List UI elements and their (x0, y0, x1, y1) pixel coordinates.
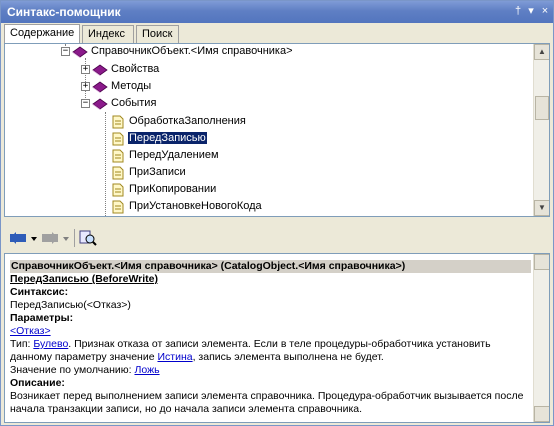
tab-search[interactable]: Поиск (136, 25, 179, 43)
tree-event-label: ПриЗаписи (129, 166, 186, 178)
page-icon (112, 149, 124, 163)
book-icon (92, 81, 108, 93)
tree-event-label: ПриУстановкеНовогоКода (129, 200, 262, 212)
syntax-label: Синтаксис: (10, 286, 69, 298)
window-menu-icon[interactable]: ▾ (524, 4, 538, 18)
type-prefix: Тип: (10, 338, 34, 350)
param-description: Тип: Булево. Признак отказа от записи эл… (10, 338, 531, 364)
tree-event-label: ПередЗаписью (127, 131, 208, 145)
tree-node-events[interactable]: − События (5, 96, 525, 112)
collapse-icon[interactable]: − (81, 99, 90, 108)
syntax-text: ПередЗаписью(<Отказ>) (10, 299, 131, 311)
close-icon[interactable]: × (538, 4, 552, 18)
method-title: ПередЗаписью (BeforeWrite) (10, 273, 159, 285)
scroll-up-icon[interactable] (534, 254, 549, 270)
back-button[interactable] (8, 229, 38, 247)
description-label: Описание: (10, 377, 65, 389)
tree-group-label: События (111, 97, 157, 109)
tree-node-properties[interactable]: + Свойства (5, 62, 525, 78)
documentation-panel[interactable]: СправочникОбъект.<Имя справочника> (Cata… (4, 253, 550, 423)
tree-event-label: ОбработкаЗаполнения (129, 115, 246, 127)
page-icon (112, 115, 124, 129)
toolbar (4, 227, 550, 249)
scroll-down-icon[interactable] (534, 406, 549, 422)
tab-index[interactable]: Индекс (82, 25, 134, 43)
description-text: Возникает перед выполнением записи элеме… (10, 390, 524, 415)
window-title: Синтакс-помощник (7, 5, 121, 19)
type-link[interactable]: Булево (33, 338, 68, 350)
tree-event-label: ПриКопировании (129, 183, 217, 195)
type-text: , запись элемента выполнена не будет. (192, 351, 384, 363)
tree-event-item[interactable]: ПередУдалением (5, 148, 525, 164)
scroll-up-icon[interactable]: ▲ (534, 44, 549, 60)
forward-button[interactable] (40, 229, 70, 247)
book-icon (72, 46, 88, 58)
tree-event-item[interactable]: ПриЗаписи (5, 165, 525, 181)
tree-group-label: Методы (111, 80, 152, 92)
tree-node-root[interactable]: − СправочникОбъект.<Имя справочника> (5, 44, 525, 60)
tree-node-methods[interactable]: + Методы (5, 79, 525, 95)
scroll-thumb[interactable] (535, 96, 549, 120)
tree-scrollbar[interactable]: ▲ ▼ (533, 44, 549, 216)
type-text: данному параметру значение (10, 351, 158, 363)
tree-event-item[interactable]: ПриУстановкеНовогоКода (5, 199, 525, 215)
book-icon (92, 64, 108, 76)
expand-icon[interactable]: + (81, 65, 90, 74)
tree-event-item[interactable]: ПриКопировании (5, 182, 525, 198)
doc-scrollbar[interactable] (533, 254, 549, 422)
scroll-down-icon[interactable]: ▼ (534, 200, 549, 216)
contents-tree[interactable]: − СправочникОбъект.<Имя справочника> + С… (4, 43, 550, 217)
true-link[interactable]: Истина (157, 351, 192, 363)
pin-icon[interactable]: † (511, 4, 525, 18)
default-value: Значение по умолчанию: Ложь (10, 364, 531, 377)
tree-event-item[interactable]: ОбработкаЗаполнения (5, 114, 525, 130)
syntax-helper-window: Синтакс-помощник † ▾ × Содержание Индекс… (0, 0, 554, 426)
title-bar[interactable]: Синтакс-помощник † ▾ × (1, 1, 553, 23)
tab-contents[interactable]: Содержание (4, 24, 80, 43)
default-prefix: Значение по умолчанию: (10, 364, 135, 376)
toolbar-separator (74, 229, 75, 247)
page-icon (112, 183, 124, 197)
page-icon (112, 132, 124, 146)
book-icon (92, 98, 108, 110)
false-link[interactable]: Ложь (134, 364, 159, 376)
tree-event-label: ПередУдалением (129, 149, 219, 161)
find-in-tree-icon[interactable] (78, 229, 98, 247)
doc-heading: СправочникОбъект.<Имя справочника> (Cata… (10, 260, 531, 273)
params-label: Параметры: (10, 312, 74, 324)
collapse-icon[interactable]: − (61, 47, 70, 56)
expand-icon[interactable]: + (81, 82, 90, 91)
page-icon (112, 166, 124, 180)
documentation-content: СправочникОбъект.<Имя справочника> (Cata… (10, 260, 531, 416)
param-link[interactable]: <Отказ> (10, 325, 51, 337)
page-icon (112, 200, 124, 214)
tree-group-label: Свойства (111, 63, 160, 75)
tree-event-item-selected[interactable]: ПередЗаписью (5, 131, 525, 147)
type-text: . Признак отказа от записи элемента. Есл… (68, 338, 491, 350)
tree-root-label: СправочникОбъект.<Имя справочника> (91, 45, 293, 57)
